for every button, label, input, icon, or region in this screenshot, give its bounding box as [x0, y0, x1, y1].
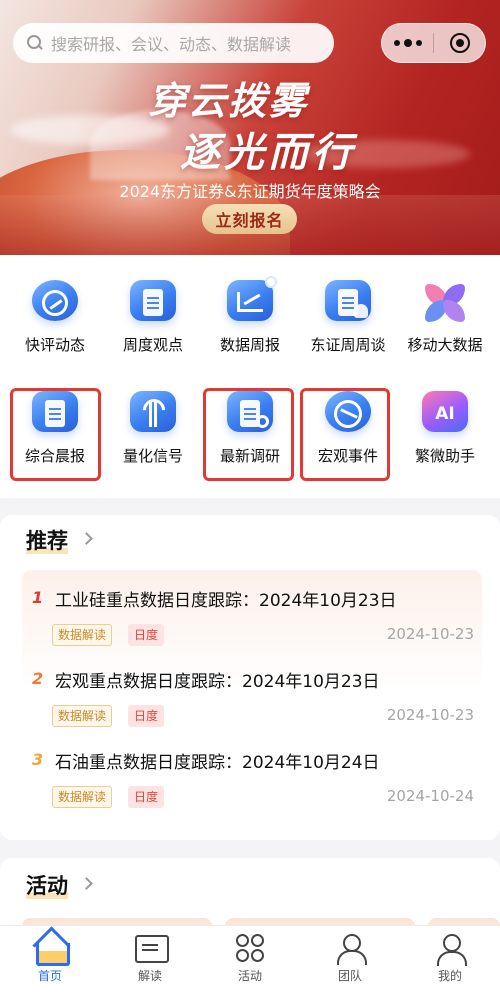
- tab-interpretation[interactable]: 解读: [100, 926, 200, 1000]
- grid-item-label: 繁微助手: [414, 447, 475, 465]
- list-item[interactable]: 1 工业硅重点数据日度跟踪：2024年10月23日 数据解读 日度 2024-1…: [22, 578, 482, 658]
- signal-icon: [130, 391, 176, 432]
- item-date: 2024-10-24: [386, 787, 474, 805]
- chart-icon: [227, 276, 277, 321]
- grid-item-flash-comment[interactable]: 快评动态: [5, 255, 105, 355]
- function-grid: 快评动态 周度观点 数据周报 东证周周谈 移动大数据 综合晨报 量化信号 最新调…: [0, 255, 500, 498]
- search-input[interactable]: 搜索研报、会议、动态、数据解读: [51, 31, 291, 55]
- list-item[interactable]: 2 宏观重点数据日度跟踪：2024年10月23日 数据解读 日度 2024-10…: [22, 659, 482, 739]
- grid-item-mobile-bigdata[interactable]: 移动大数据: [395, 255, 495, 355]
- miniprogram-capsule: [381, 23, 486, 63]
- team-icon: [332, 931, 368, 965]
- grid-item-data-weekly[interactable]: 数据周报: [200, 255, 300, 355]
- grid-item-label: 东证周周谈: [310, 336, 386, 354]
- list-item[interactable]: 3 石油重点数据日度跟踪：2024年10月24日 数据解读 日度 2024-10…: [22, 740, 482, 820]
- grid-item-label: 量化信号: [122, 447, 183, 465]
- grid-item-ai-assistant[interactable]: AI 繁微助手: [395, 366, 495, 466]
- ai-icon: AI: [422, 391, 468, 432]
- tag-daily: 日度: [128, 786, 165, 808]
- tag-data-interpretation: 数据解读: [52, 786, 113, 808]
- grid-item-weekly-talk[interactable]: 东证周周谈: [298, 255, 398, 355]
- chevron-right-icon[interactable]: [80, 877, 93, 890]
- tag-data-interpretation: 数据解读: [52, 705, 113, 727]
- activity-title[interactable]: 活动: [26, 870, 68, 900]
- document-icon: [130, 280, 176, 321]
- search-bar[interactable]: 搜索研报、会议、动态、数据解读: [13, 23, 334, 63]
- grid-item-quant-signal[interactable]: 量化信号: [103, 366, 203, 466]
- register-button[interactable]: 立刻报名: [202, 204, 297, 234]
- grid-item-label: 快评动态: [24, 336, 85, 354]
- talk-icon: [325, 280, 371, 321]
- search-icon: [27, 35, 43, 51]
- more-icon[interactable]: [382, 24, 433, 62]
- tab-profile[interactable]: 我的: [400, 926, 500, 1000]
- chevron-right-icon[interactable]: [80, 532, 93, 545]
- item-date: 2024-10-23: [386, 706, 474, 724]
- item-title[interactable]: 工业硅重点数据日度跟踪：2024年10月23日: [55, 586, 397, 611]
- tab-label: 首页: [37, 969, 62, 983]
- grid-item-label: 移动大数据: [407, 336, 483, 354]
- tab-label: 解读: [137, 969, 162, 983]
- banner-slogan-line1: 穿云拨雾: [148, 78, 309, 123]
- tab-team[interactable]: 团队: [300, 926, 400, 1000]
- hero-banner[interactable]: 搜索研报、会议、动态、数据解读 穿云拨雾 逐光而行 2024东方证券&东证期货年…: [0, 0, 500, 255]
- grid-item-label: 周度观点: [122, 336, 183, 354]
- rank-number: 1: [32, 588, 44, 607]
- activity-icon: [232, 931, 268, 965]
- banner-event-title: 2024东方证券&东证期货年度策略会: [119, 182, 381, 201]
- highlight-box: [10, 388, 101, 481]
- tag-daily: 日度: [128, 624, 165, 646]
- highlight-box: [203, 388, 294, 481]
- grid-item-label: 数据周报: [219, 336, 280, 354]
- read-icon: [132, 931, 169, 965]
- banner-cloud: [10, 115, 170, 145]
- grid-item-weekly-view[interactable]: 周度观点: [103, 255, 203, 355]
- recommend-title[interactable]: 推荐: [26, 525, 68, 555]
- rank-number: 3: [32, 750, 44, 769]
- ai-icon-text: AI: [435, 404, 455, 424]
- profile-icon: [432, 931, 468, 966]
- item-title[interactable]: 宏观重点数据日度跟踪：2024年10月23日: [55, 667, 380, 692]
- recommend-section: 推荐 1 工业硅重点数据日度跟踪：2024年10月23日 数据解读 日度 202…: [0, 515, 500, 840]
- banner-slogan-line2: 逐光而行: [180, 129, 356, 176]
- tab-label: 活动: [237, 969, 262, 983]
- item-title[interactable]: 石油重点数据日度跟踪：2024年10月24日: [55, 748, 380, 773]
- flash-comment-icon: [32, 280, 78, 321]
- tab-home[interactable]: 首页: [0, 926, 100, 1000]
- tag-daily: 日度: [128, 705, 165, 727]
- item-date: 2024-10-23: [386, 625, 474, 643]
- rank-number: 2: [32, 669, 44, 688]
- tab-activity[interactable]: 活动: [200, 926, 300, 1000]
- home-icon: [32, 931, 70, 966]
- tab-label: 我的: [437, 969, 462, 983]
- close-target-icon[interactable]: [434, 24, 485, 62]
- tag-data-interpretation: 数据解读: [52, 624, 113, 646]
- recommend-list: 1 工业硅重点数据日度跟踪：2024年10月23日 数据解读 日度 2024-1…: [22, 570, 482, 835]
- highlight-box: [300, 388, 390, 481]
- tab-label: 团队: [337, 969, 362, 983]
- star-logo-icon: [422, 280, 468, 322]
- bottom-tab-bar: 首页 解读 活动 团队 我的: [0, 925, 500, 1000]
